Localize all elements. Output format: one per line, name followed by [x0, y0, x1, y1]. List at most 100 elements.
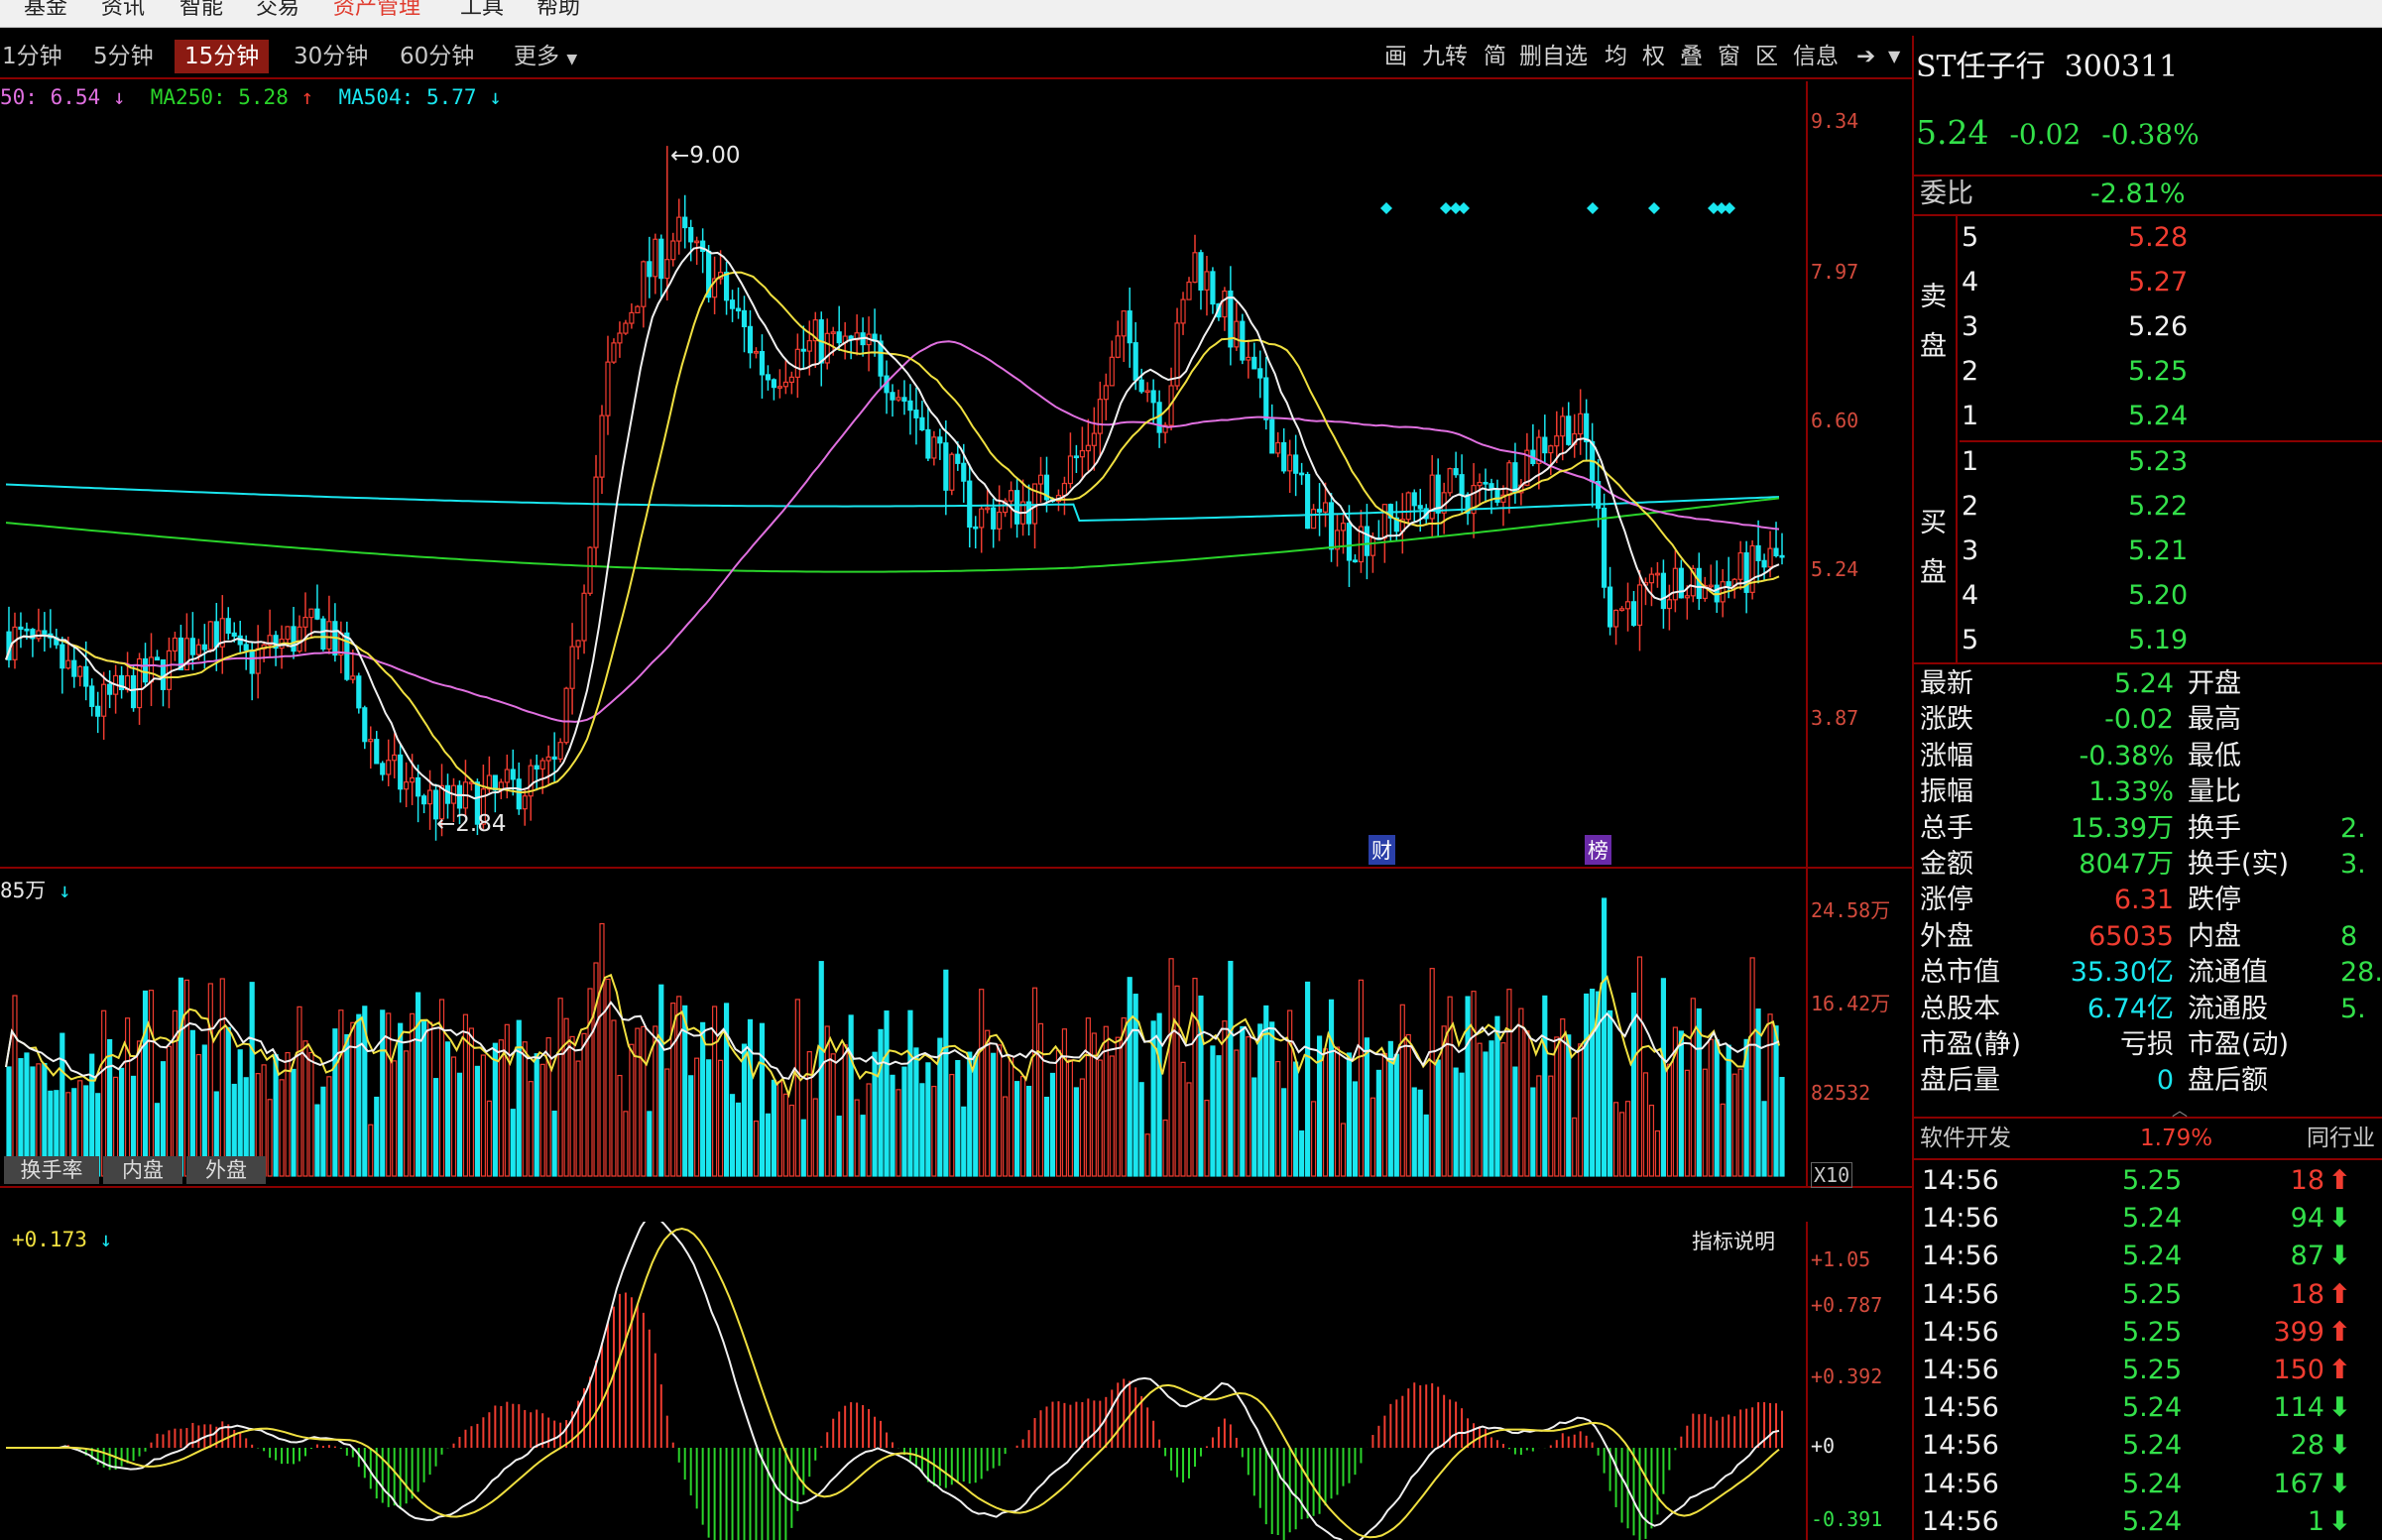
candle-body — [24, 628, 30, 632]
volume-bar — [653, 1025, 658, 1177]
candle-body — [688, 226, 694, 243]
period-30min[interactable]: 30分钟 — [284, 40, 378, 73]
candle-body — [890, 392, 895, 401]
sell-price[interactable]: 5.25 — [2128, 354, 2188, 390]
volume-bar — [528, 1081, 534, 1177]
tool-range[interactable]: 区 — [1755, 40, 1778, 73]
buy-price[interactable]: 5.19 — [2128, 623, 2188, 658]
volume-bar — [866, 1083, 872, 1177]
volume-bar — [219, 978, 225, 1177]
tool-rights[interactable]: 权 — [1642, 40, 1665, 73]
tick-price: 5.24 — [2122, 1430, 2183, 1462]
volume-bar — [569, 1035, 575, 1177]
buy-side-label: 买 — [1920, 508, 1947, 538]
candle-body — [1115, 335, 1121, 358]
last-price: 5.24 — [1916, 113, 1989, 152]
indicator-desc-button[interactable]: 指标说明 — [1692, 1226, 1775, 1255]
buy-price[interactable]: 5.22 — [2128, 489, 2188, 525]
period-60min[interactable]: 60分钟 — [390, 40, 484, 73]
volume-bar — [599, 922, 605, 1177]
volume-axis-label: 82532 — [1811, 1081, 1871, 1105]
candlestick-chart[interactable] — [0, 81, 1912, 867]
stat-label: 总市值 — [1920, 957, 2000, 989]
volume-bar — [1429, 968, 1435, 1177]
volume-bar — [557, 998, 563, 1177]
signal-marker[interactable] — [1458, 202, 1470, 214]
volume-bar — [444, 1041, 451, 1177]
sell-price[interactable]: 5.27 — [2128, 265, 2188, 300]
period-5min[interactable]: 5分钟 — [83, 40, 164, 73]
candle-body — [1257, 368, 1263, 379]
signal-marker[interactable] — [1380, 202, 1392, 214]
candle-body — [682, 216, 688, 229]
peer-industry-link[interactable]: 同行业 — [2307, 1121, 2375, 1156]
sell-price[interactable]: 5.24 — [2128, 399, 2188, 434]
tool-info[interactable]: 信息 — [1793, 40, 1839, 73]
volume-bar — [1352, 1081, 1359, 1177]
volume-bar — [1624, 1101, 1631, 1177]
signal-marker[interactable] — [1724, 202, 1735, 214]
candle-body — [426, 789, 433, 805]
candle-body — [314, 608, 320, 620]
tool-overlay[interactable]: 叠 — [1680, 40, 1703, 73]
period-15min[interactable]: 15分钟 — [175, 40, 270, 73]
buy-price[interactable]: 5.20 — [2128, 578, 2188, 614]
macd-chart[interactable] — [0, 1222, 1912, 1540]
candle-body — [925, 428, 931, 459]
menu-asset-management[interactable]: 资产管理 — [333, 0, 420, 24]
tool-window[interactable]: 窗 — [1718, 40, 1740, 73]
tool-simple[interactable]: 简 — [1484, 40, 1506, 73]
volume-bar — [338, 1009, 344, 1177]
candle-body — [830, 331, 836, 334]
tab-turnover[interactable]: 换手率 — [4, 1156, 99, 1184]
menu-help[interactable]: 帮助 — [536, 0, 580, 24]
pin-right-icon[interactable]: ➔ — [1856, 40, 1875, 73]
sell-price[interactable]: 5.28 — [2128, 220, 2188, 256]
volume-bar — [504, 1023, 510, 1177]
menu-tools[interactable]: 工具 — [460, 0, 504, 24]
signal-marker[interactable] — [1587, 202, 1599, 214]
menu-smart[interactable]: 智能 — [179, 0, 223, 24]
candle-body — [207, 621, 213, 651]
candle-body — [641, 261, 647, 307]
indicator-axis-label: +0 — [1811, 1434, 1836, 1458]
volume-chart[interactable] — [0, 869, 1912, 1186]
tick-price: 5.24 — [2122, 1241, 2183, 1272]
tab-outer[interactable]: 外盘 — [186, 1156, 266, 1184]
buy-price[interactable]: 5.23 — [2128, 444, 2188, 480]
tick-price: 5.24 — [2122, 1203, 2183, 1235]
candle-body — [658, 238, 664, 280]
tool-jiuzhuan[interactable]: 九转 — [1422, 40, 1468, 73]
volume-bar — [1554, 1036, 1560, 1177]
tab-inner[interactable]: 内盘 — [103, 1156, 182, 1184]
buy-price[interactable]: 5.21 — [2128, 533, 2188, 569]
candle-body — [1037, 474, 1044, 485]
menu-trade[interactable]: 交易 — [256, 0, 299, 24]
volume-bar — [392, 1060, 398, 1177]
candle-body — [1192, 252, 1198, 284]
tool-remove-favorite[interactable]: 删自选 — [1519, 40, 1588, 73]
period-1min[interactable]: 1分钟 — [0, 40, 72, 73]
menu-fund[interactable]: 基金 — [24, 0, 67, 24]
signal-marker[interactable] — [1648, 202, 1660, 214]
volume-bar — [878, 1028, 884, 1177]
industry-label[interactable]: 软件开发 — [1920, 1121, 2011, 1156]
candle-body — [1305, 474, 1311, 530]
tool-average[interactable]: 均 — [1605, 40, 1627, 73]
caret-down-icon[interactable]: ▼ — [1888, 40, 1900, 73]
ranking-marker[interactable]: 榜 — [1585, 835, 1611, 865]
candle-body — [1429, 474, 1435, 520]
candle-body — [107, 683, 113, 695]
volume-bar — [1411, 1087, 1417, 1177]
indicator-panel[interactable]: +0.173 ↓ 指标说明 +1.05 +0.787 +0.392 +0 -0.… — [0, 1222, 1912, 1540]
candle-body — [1293, 454, 1299, 474]
volume-panel[interactable]: 85万 ↓ 24.58万 16.42万 82532 X10 换手率 内盘 外盘 — [0, 869, 1912, 1188]
finance-marker[interactable]: 财 — [1369, 835, 1395, 865]
volume-bar — [635, 1027, 641, 1177]
candle-body — [356, 675, 362, 709]
tool-draw[interactable]: 画 — [1384, 40, 1407, 73]
period-more[interactable]: 更多 ▼ — [504, 40, 587, 73]
price-chart-panel[interactable]: 50: 6.54 ↓ MA250: 5.28 ↑ MA504: 5.77 ↓ 9… — [0, 81, 1912, 869]
sell-price[interactable]: 5.26 — [2128, 309, 2188, 345]
menu-news[interactable]: 资讯 — [101, 0, 145, 24]
